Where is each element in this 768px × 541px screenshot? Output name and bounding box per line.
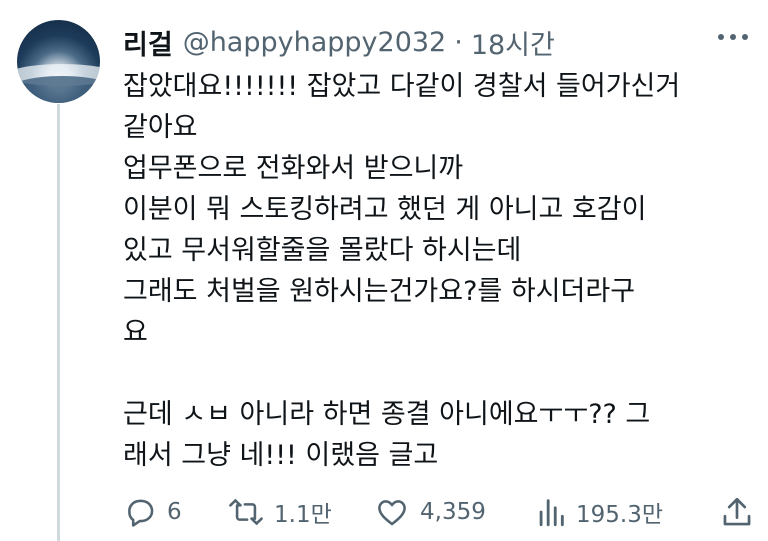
tweet-text-line: 그래도 처벌을 원하시는건가요?를 하시더라구 <box>123 276 636 307</box>
tweet-text-line: 업무폰으로 전화와서 받으니까 <box>123 153 464 184</box>
more-dot <box>718 34 724 40</box>
like-button[interactable]: 4,359 <box>374 492 486 532</box>
like-count: 4,359 <box>420 499 486 525</box>
more-dot <box>730 34 736 40</box>
tweet-text-line: 잡았대요!!!!!!! 잡았고 다같이 경찰서 들어가신거 <box>123 71 681 102</box>
tweet-card: 리걸 @happyhappy2032 · 18시간 잡았대요!!!!!!! 잡았… <box>0 0 768 541</box>
tweet-text-line <box>123 353 753 394</box>
avatar-wave <box>17 76 100 103</box>
retweet-button[interactable]: 1.1만 <box>228 492 332 532</box>
share-icon <box>723 497 751 526</box>
action-bar: 6 1.1만 4,359 195.3만 <box>0 492 768 532</box>
separator-dot: · <box>454 26 463 58</box>
tweet-header: 리걸 @happyhappy2032 · 18시간 <box>123 22 555 62</box>
reply-button[interactable]: 6 <box>123 492 182 532</box>
share-button[interactable] <box>720 492 754 532</box>
views-count: 195.3만 <box>576 502 664 528</box>
thread-line <box>57 104 60 541</box>
avatar[interactable] <box>17 20 100 103</box>
retweet-icon <box>229 499 263 525</box>
views-button[interactable]: 195.3만 <box>536 492 663 532</box>
views-icon <box>539 499 564 527</box>
more-options-icon[interactable] <box>718 34 748 40</box>
reply-count: 6 <box>167 499 182 525</box>
timestamp[interactable]: 18시간 <box>471 23 555 62</box>
reply-icon <box>128 499 154 527</box>
display-name[interactable]: 리걸 <box>123 23 173 62</box>
tweet-text-line: 요 <box>123 317 148 348</box>
retweet-count: 1.1만 <box>274 502 332 528</box>
tweet-text-line: 래서 그냥 네!!! 이랬음 글고 <box>123 440 439 471</box>
user-handle[interactable]: @happyhappy2032 <box>183 27 447 58</box>
tweet-text-line: 있고 무서워할줄을 몰랐다 하시는데 <box>123 235 522 266</box>
heart-icon <box>378 500 406 526</box>
tweet-text-line: 이분이 뭐 스토킹하려고 했던 게 아니고 호감이 <box>123 194 647 225</box>
tweet-text-line: 같아요 <box>123 112 198 143</box>
tweet-text-line: 근데 ㅅㅂ 아니라 하면 종결 아니에요ㅜㅜ?? 그 <box>123 399 651 430</box>
more-dot <box>742 34 748 40</box>
tweet-text: 잡았대요!!!!!!! 잡았고 다같이 경찰서 들어가신거 같아요 업무폰으로 … <box>123 66 753 476</box>
